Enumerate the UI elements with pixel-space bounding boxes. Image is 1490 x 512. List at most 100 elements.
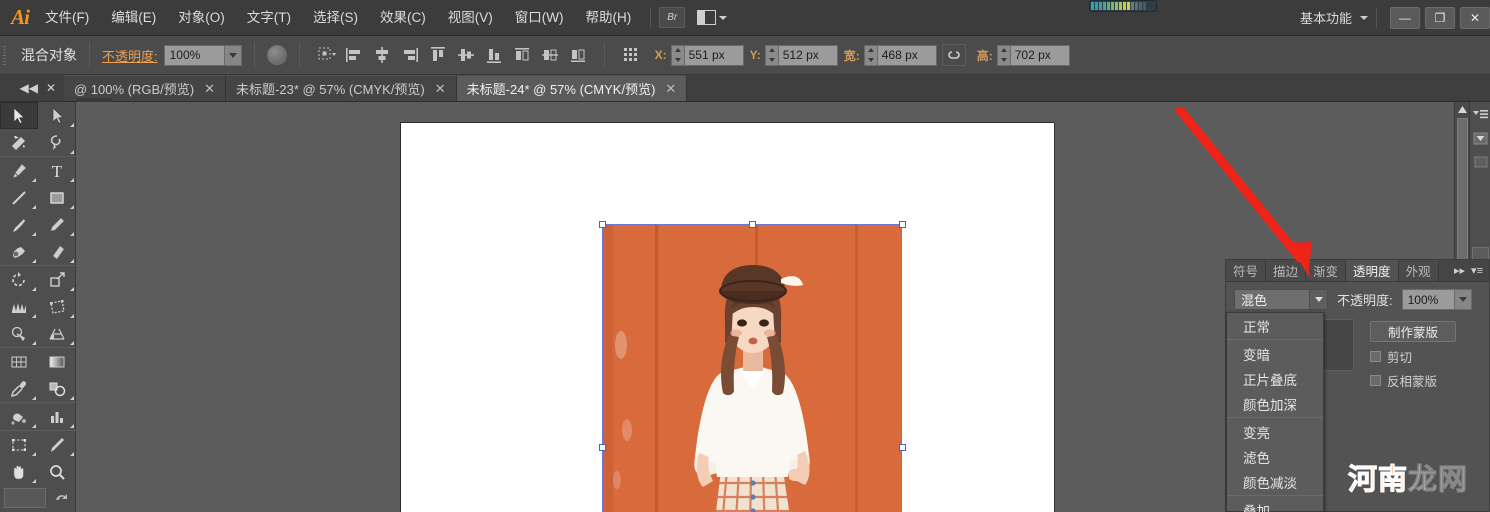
panel-opacity-dropdown-icon[interactable] <box>1453 290 1471 309</box>
slice-tool[interactable] <box>38 431 76 458</box>
document-tab-3-close-icon[interactable]: ✕ <box>665 81 676 97</box>
y-spinner-icon[interactable] <box>764 44 778 66</box>
x-value[interactable]: 551 px <box>683 44 744 66</box>
direct-selection-tool[interactable] <box>38 102 76 129</box>
recolor-artwork-icon[interactable] <box>266 45 287 65</box>
panel-tab-transparency[interactable]: 透明度 <box>1346 260 1399 281</box>
opacity-label[interactable]: 不透明度: <box>102 46 158 65</box>
dock-menu-icon[interactable] <box>1470 102 1490 126</box>
distribute-bottom-icon[interactable] <box>567 44 589 66</box>
blend-option-normal[interactable]: 正常 <box>1227 313 1323 338</box>
gradient-tool[interactable] <box>38 348 76 375</box>
distribute-center-icon[interactable] <box>539 44 561 66</box>
zoom-tool[interactable] <box>38 458 76 485</box>
x-stepper[interactable]: 551 px <box>670 44 744 66</box>
scroll-up-icon[interactable] <box>1455 102 1470 117</box>
menu-item-view[interactable]: 视图(V) <box>437 0 504 36</box>
height-value[interactable]: 702 px <box>1009 44 1070 66</box>
x-spinner-icon[interactable] <box>670 44 684 66</box>
lock-aspect-ratio-icon[interactable] <box>941 44 966 66</box>
pencil-tool[interactable] <box>38 211 76 238</box>
paintbrush-tool[interactable] <box>0 211 38 238</box>
clip-checkbox-row[interactable]: 剪切 <box>1370 347 1456 366</box>
align-center-vertical-icon[interactable] <box>455 44 477 66</box>
panel-expand-icon[interactable]: ▸▸ <box>1454 264 1465 277</box>
invert-mask-checkbox-row[interactable]: 反相蒙版 <box>1370 371 1456 390</box>
invert-mask-checkbox[interactable] <box>1370 375 1381 386</box>
blend-option-multiply[interactable]: 正片叠底 <box>1227 366 1323 391</box>
symbol-sprayer-tool[interactable] <box>0 403 38 430</box>
panel-tab-appearance[interactable]: 外观 <box>1398 260 1439 281</box>
artboard-tool[interactable] <box>0 431 38 458</box>
eyedropper-tool[interactable] <box>0 375 38 402</box>
width-stepper[interactable]: 468 px <box>863 44 937 66</box>
lasso-tool[interactable] <box>38 129 76 156</box>
blend-option-darken[interactable]: 变暗 <box>1227 341 1323 366</box>
close-button[interactable]: ✕ <box>1460 6 1490 29</box>
align-to-selection-icon[interactable] <box>315 44 337 66</box>
mesh-tool[interactable] <box>0 348 38 375</box>
blend-mode-dropdown-menu[interactable]: 正常 变暗 正片叠底 颜色加深 变亮 滤色 颜色减淡 叠加 <box>1226 312 1324 512</box>
eraser-tool[interactable] <box>38 238 76 265</box>
workspace-chevron-down-icon[interactable] <box>1360 15 1368 20</box>
y-stepper[interactable]: 512 px <box>764 44 838 66</box>
document-tab-3[interactable]: 未标题-24* @ 57% (CMYK/预览) ✕ <box>456 75 688 101</box>
blend-mode-select[interactable]: 混色 <box>1234 289 1328 310</box>
height-spinner-icon[interactable] <box>996 44 1010 66</box>
shape-builder-tool[interactable] <box>0 320 38 347</box>
menu-item-window[interactable]: 窗口(W) <box>504 0 575 36</box>
scale-tool[interactable] <box>38 266 76 293</box>
panel-tab-gradient[interactable]: 渐变 <box>1306 260 1347 281</box>
y-value[interactable]: 512 px <box>777 44 838 66</box>
blend-mode-dropdown-icon[interactable] <box>1309 290 1327 309</box>
pen-tool[interactable] <box>0 157 38 184</box>
blend-option-lighten[interactable]: 变亮 <box>1227 419 1323 444</box>
free-transform-tool[interactable] <box>38 293 76 320</box>
hand-tool[interactable] <box>0 458 38 485</box>
fill-stroke-swatch[interactable] <box>4 488 46 508</box>
placed-image[interactable] <box>603 225 901 512</box>
rectangle-tool[interactable] <box>38 184 76 211</box>
arrange-documents-button[interactable] <box>697 10 728 25</box>
perspective-grid-tool[interactable] <box>38 320 76 347</box>
control-bar-grip[interactable] <box>0 35 9 75</box>
panel-tab-stroke[interactable]: 描边 <box>1266 260 1307 281</box>
blend-tool[interactable] <box>38 375 76 402</box>
clip-checkbox[interactable] <box>1370 351 1381 362</box>
menu-item-edit[interactable]: 编辑(E) <box>100 0 167 36</box>
opacity-dropdown-icon[interactable] <box>223 45 241 65</box>
document-tab-2[interactable]: 未标题-23* @ 57% (CMYK/预览) ✕ <box>226 75 457 101</box>
magic-wand-tool[interactable] <box>0 129 38 156</box>
blend-option-color-burn[interactable]: 颜色加深 <box>1227 391 1323 416</box>
column-graph-tool[interactable] <box>38 403 76 430</box>
width-tool[interactable] <box>0 293 38 320</box>
dock-expand-icon[interactable] <box>1470 126 1490 150</box>
tab-collapse-controls[interactable]: ◀◀ ✕ <box>0 74 64 101</box>
distribute-top-icon[interactable] <box>511 44 533 66</box>
bridge-icon[interactable]: Br <box>659 7 686 28</box>
menu-item-file[interactable]: 文件(F) <box>34 0 100 36</box>
opacity-field[interactable]: 100% <box>163 44 242 66</box>
align-top-icon[interactable] <box>427 44 449 66</box>
line-segment-tool[interactable] <box>0 184 38 211</box>
panel-tab-symbols[interactable]: 符号 <box>1226 260 1267 281</box>
rotate-tool[interactable] <box>0 266 38 293</box>
width-value[interactable]: 468 px <box>876 44 937 66</box>
menu-item-object[interactable]: 对象(O) <box>167 0 236 36</box>
menu-item-effect[interactable]: 效果(C) <box>369 0 437 36</box>
tabbar-close-icon[interactable]: ✕ <box>46 81 56 95</box>
default-colors-icon[interactable] <box>52 489 70 508</box>
menu-item-type[interactable]: 文字(T) <box>236 0 302 36</box>
width-spinner-icon[interactable] <box>863 44 877 66</box>
align-center-horizontal-icon[interactable] <box>371 44 393 66</box>
collapse-panel-icon[interactable]: ◀◀ <box>19 81 37 95</box>
type-tool[interactable]: T <box>38 157 76 184</box>
minimize-button[interactable]: — <box>1390 6 1420 29</box>
document-tab-1-close-icon[interactable]: ✕ <box>204 81 215 97</box>
blend-option-overlay[interactable]: 叠加 <box>1227 497 1323 512</box>
selection-tool[interactable] <box>0 102 38 129</box>
panel-menu-icon[interactable]: ▾≡ <box>1471 264 1483 277</box>
panel-opacity-field[interactable]: 100% <box>1401 289 1472 310</box>
make-mask-button[interactable]: 制作蒙版 <box>1370 321 1456 342</box>
align-right-icon[interactable] <box>399 44 421 66</box>
